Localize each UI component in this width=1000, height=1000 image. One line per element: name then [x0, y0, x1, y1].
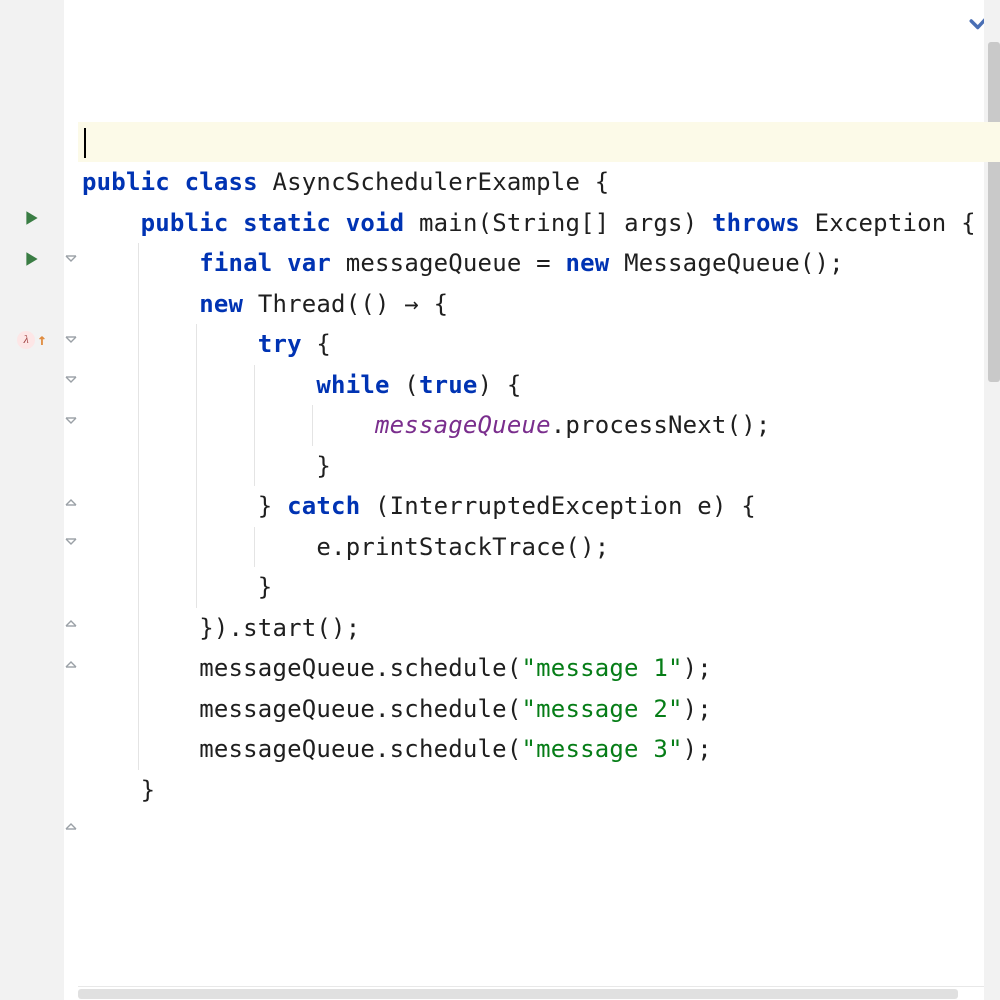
- fold-handle-icon[interactable]: [65, 401, 77, 442]
- code-line[interactable]: }).start();: [78, 608, 1000, 649]
- code-line[interactable]: e.printStackTrace();: [78, 527, 1000, 568]
- fold-handle-icon[interactable]: [65, 239, 77, 280]
- code-line[interactable]: messageQueue.schedule("message 2");: [78, 689, 1000, 730]
- code-line[interactable]: final var messageQueue = new MessageQueu…: [78, 243, 1000, 284]
- fold-handle-icon[interactable]: [65, 806, 77, 847]
- code-line[interactable]: } catch (InterruptedException e) {: [78, 486, 1000, 527]
- code-line[interactable]: public static void main(String[] args) t…: [78, 203, 1000, 244]
- gutter: λ↑: [0, 0, 78, 1000]
- code-line[interactable]: public class AsyncSchedulerExample {: [78, 162, 1000, 203]
- code-line[interactable]: }: [78, 446, 1000, 487]
- fold-handle-icon[interactable]: [65, 522, 77, 563]
- code-line-current[interactable]: [78, 122, 1000, 163]
- code-line[interactable]: }: [78, 770, 1000, 811]
- code-area[interactable]: public class AsyncSchedulerExample { pub…: [78, 0, 1000, 1000]
- code-line[interactable]: [78, 81, 1000, 122]
- code-line[interactable]: messageQueue.schedule("message 3");: [78, 729, 1000, 770]
- code-line[interactable]: messageQueue.processNext();: [78, 405, 1000, 446]
- scrollbar-thumb[interactable]: [78, 989, 958, 999]
- code-line[interactable]: while (true) {: [78, 365, 1000, 406]
- code-lines: public class AsyncSchedulerExample { pub…: [78, 0, 1000, 810]
- fold-handle-icon[interactable]: [65, 360, 77, 401]
- fold-handle-icon[interactable]: [65, 482, 77, 523]
- code-line[interactable]: try {: [78, 324, 1000, 365]
- fold-handle-icon[interactable]: [65, 603, 77, 644]
- code-line[interactable]: }: [78, 567, 1000, 608]
- lambda-marker-icon[interactable]: λ↑: [0, 320, 64, 361]
- run-class-icon[interactable]: [0, 198, 64, 239]
- fold-handle-icon[interactable]: [65, 644, 77, 685]
- caret: [84, 128, 86, 158]
- run-main-icon[interactable]: [0, 239, 64, 280]
- code-line[interactable]: new Thread(() → {: [78, 284, 1000, 325]
- code-line[interactable]: [78, 41, 1000, 82]
- horizontal-scrollbar[interactable]: [78, 986, 984, 1000]
- editor: λ↑ public class AsyncSchedulerExample {: [0, 0, 1000, 1000]
- code-line[interactable]: messageQueue.schedule("message 1");: [78, 648, 1000, 689]
- fold-handle-icon[interactable]: [65, 320, 77, 361]
- code-line[interactable]: [78, 0, 1000, 41]
